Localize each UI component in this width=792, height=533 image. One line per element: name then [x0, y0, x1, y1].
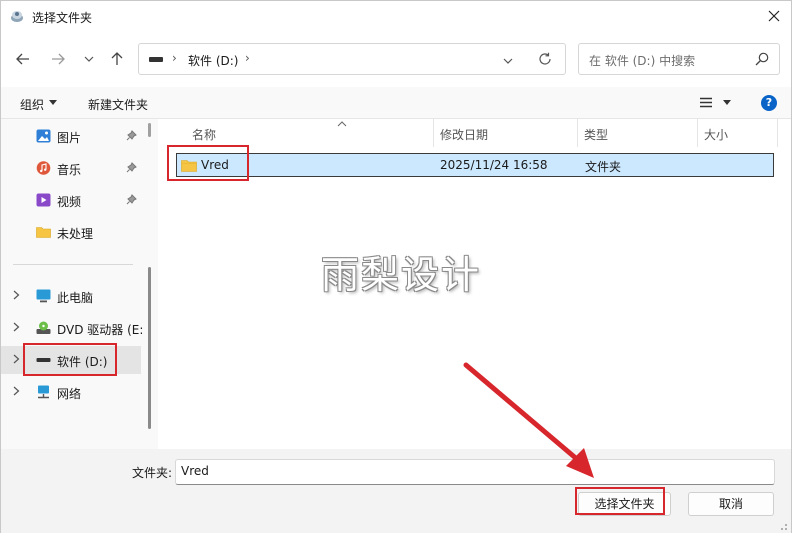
chevron-right-icon[interactable] — [13, 322, 20, 332]
sort-ascending-icon — [337, 121, 347, 127]
up-button[interactable] — [107, 49, 127, 69]
pin-icon[interactable] — [126, 130, 137, 141]
folder-label: 文件夹: — [132, 466, 173, 480]
arrow-left-icon — [16, 53, 29, 65]
search-placeholder: 在 软件 (D:) 中搜索 — [589, 54, 696, 68]
folder-picker-dialog: 选择文件夹 › 软件 (D:) › 在 软件 (D:) 中搜索 组织 新建文件夹… — [0, 0, 792, 533]
column-header-modified[interactable]: 修改日期 — [440, 119, 578, 147]
caret-down-icon[interactable] — [723, 100, 731, 105]
sidebar-item-label: 网络 — [57, 387, 82, 401]
organize-menu[interactable]: 组织 — [20, 96, 44, 113]
sidebar-item-label: 音乐 — [57, 163, 82, 177]
folder-icon — [36, 227, 51, 238]
footer: 文件夹: Vred 选择文件夹 取消 — [1, 449, 791, 533]
caret-down-icon[interactable] — [49, 100, 57, 105]
sidebar-item-music[interactable]: 音乐 — [1, 154, 141, 182]
arrow-up-icon — [111, 52, 123, 65]
sidebar-item-label: DVD 驱动器 (E: — [57, 323, 144, 337]
folder-icon — [181, 160, 197, 172]
sidebar-item-unprocessed[interactable]: 未处理 — [1, 218, 141, 246]
scrollbar-thumb[interactable] — [148, 267, 151, 429]
chevron-down-icon — [84, 56, 94, 62]
view-options-button[interactable] — [699, 97, 713, 111]
resize-grip-icon[interactable] — [776, 519, 788, 531]
breadcrumb-separator[interactable]: › — [245, 51, 250, 65]
drive-icon — [36, 358, 51, 362]
arrow-right-icon — [52, 53, 65, 65]
sidebar-item-label: 软件 (D:) — [57, 355, 108, 369]
sidebar-item-label: 视频 — [57, 195, 82, 209]
help-icon[interactable]: ? — [761, 95, 777, 111]
window-title: 选择文件夹 — [32, 11, 93, 25]
close-icon — [768, 10, 780, 22]
refresh-button[interactable] — [538, 52, 552, 69]
network-icon — [38, 385, 49, 399]
refresh-icon — [539, 52, 551, 65]
music-icon — [36, 161, 51, 175]
chevron-right-icon[interactable] — [13, 386, 20, 396]
dvd-drive-icon — [36, 321, 51, 334]
file-name: Vred — [201, 158, 229, 172]
file-modified: 2025/11/24 16:58 — [440, 158, 548, 172]
close-button[interactable] — [763, 5, 785, 27]
pictures-icon — [36, 129, 51, 143]
title-bar: 选择文件夹 — [1, 1, 791, 31]
sidebar-item-network[interactable]: 网络 — [1, 378, 141, 406]
folder-name-input[interactable]: Vred — [175, 459, 775, 485]
forward-button[interactable] — [48, 49, 68, 69]
chevron-down-icon — [503, 58, 513, 64]
address-bar[interactable]: › 软件 (D:) › — [138, 43, 566, 75]
sidebar-item-this-pc[interactable]: 此电脑 — [1, 282, 141, 310]
column-header-name[interactable]: 名称 — [192, 119, 434, 147]
navigation-bar: › 软件 (D:) › 在 软件 (D:) 中搜索 — [1, 31, 791, 87]
breadcrumb-drive[interactable]: 软件 (D:) — [188, 52, 238, 69]
file-type: 文件夹 — [585, 160, 622, 174]
folder-name-value: Vred — [181, 464, 209, 478]
sidebar-item-label: 未处理 — [57, 227, 94, 241]
pin-icon[interactable] — [126, 194, 137, 205]
breadcrumb-separator[interactable]: › — [172, 51, 177, 65]
sidebar-item-label: 图片 — [57, 131, 82, 145]
back-button[interactable] — [13, 49, 33, 69]
address-history-button[interactable] — [503, 53, 513, 67]
scrollbar-thumb[interactable] — [148, 123, 151, 137]
select-folder-button[interactable]: 选择文件夹 — [578, 492, 671, 516]
watermark: 雨梨设计 — [321, 253, 482, 297]
column-label: 大小 — [704, 128, 729, 142]
chevron-right-icon[interactable] — [13, 354, 20, 364]
drive-icon — [149, 57, 163, 62]
sidebar-item-software-drive[interactable]: 软件 (D:) — [1, 346, 141, 374]
list-view-icon — [700, 97, 712, 108]
sidebar-item-dvd-drive[interactable]: DVD 驱动器 (E: — [1, 314, 144, 342]
column-label: 名称 — [192, 128, 217, 142]
recent-locations-button[interactable] — [79, 49, 99, 69]
file-row[interactable]: Vred 2025/11/24 16:58 文件夹 — [176, 153, 774, 177]
video-icon — [36, 193, 51, 207]
divider — [13, 264, 133, 265]
sidebar-item-videos[interactable]: 视频 — [1, 186, 141, 214]
cancel-button[interactable]: 取消 — [688, 492, 774, 516]
column-header-size[interactable]: 大小 — [704, 119, 778, 147]
computer-icon — [36, 289, 51, 303]
chevron-right-icon[interactable] — [13, 290, 20, 300]
column-header-type[interactable]: 类型 — [584, 119, 698, 147]
search-icon[interactable] — [755, 52, 769, 69]
app-icon — [11, 11, 23, 22]
command-bar: 组织 新建文件夹 ? — [1, 87, 791, 119]
navigation-pane: 图片 音乐 视频 未处理 此电脑 DVD 驱动器 (E: 软件 (D:) 网络 — [1, 119, 158, 449]
sidebar-item-pictures[interactable]: 图片 — [1, 122, 141, 150]
search-box[interactable]: 在 软件 (D:) 中搜索 — [578, 43, 780, 75]
pin-icon[interactable] — [126, 162, 137, 173]
column-label: 修改日期 — [440, 128, 489, 142]
sidebar-item-label: 此电脑 — [57, 291, 94, 305]
column-label: 类型 — [584, 128, 609, 142]
new-folder-button[interactable]: 新建文件夹 — [88, 96, 148, 113]
